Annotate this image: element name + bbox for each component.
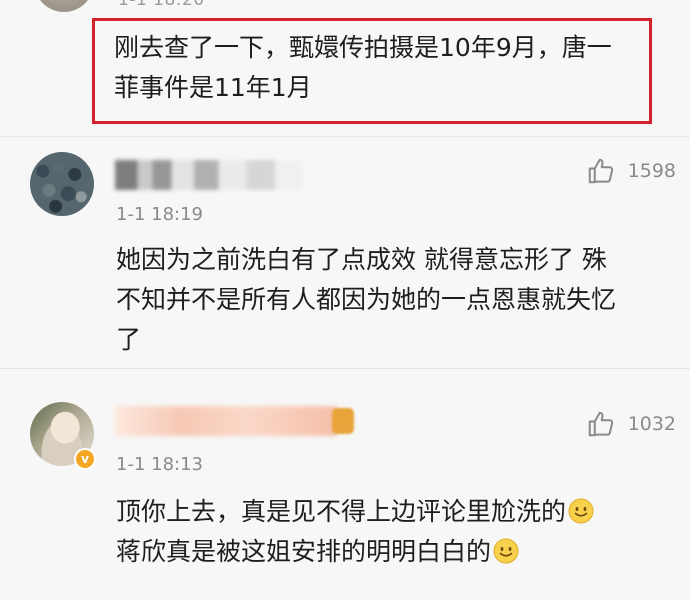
comment-top-line1: 刚去查了一下，甄嬛传拍摄是10年9月，唐一 — [114, 33, 612, 62]
comment-top-line2: 菲事件是11年1月 — [114, 73, 312, 102]
comment-line-text: 顶你上去，真是见不得上边评论里尬洗的 — [116, 497, 567, 526]
comment-line: 了 — [116, 325, 142, 354]
comment-line: 不知并不是所有人都因为她的一点恩惠就失忆 — [116, 285, 617, 314]
verified-badge-icon: v — [74, 448, 96, 470]
comment-line: 顶你上去，真是见不得上边评论里尬洗的 — [116, 492, 656, 532]
comment-time: 1-1 18:13 — [116, 454, 203, 475]
comment-text: 她因为之前洗白有了点成效 就得意忘形了 殊 不知并不是所有人都因为她的一点恩惠就… — [116, 240, 656, 360]
member-badge-icon — [332, 408, 354, 434]
comment-line-text: 蒋欣真是被这姐安排的明明白白的 — [116, 537, 492, 566]
comment-line: 蒋欣真是被这姐安排的明明白白的 — [116, 532, 656, 572]
like-button[interactable]: 1598 — [586, 156, 676, 186]
avatar-top-cut[interactable] — [34, 0, 94, 12]
like-count: 1598 — [627, 160, 676, 182]
thumbs-up-icon — [588, 158, 613, 184]
username-blurred[interactable] — [115, 406, 337, 436]
thumbs-up-icon — [588, 411, 613, 437]
smiley-emoji — [493, 538, 519, 564]
comment-top-text: 刚去查了一下，甄嬛传拍摄是10年9月，唐一 菲事件是11年1月 — [114, 28, 644, 108]
divider — [0, 368, 690, 369]
comment-time: 1-1 18:19 — [116, 204, 203, 225]
username-blurred[interactable] — [115, 160, 303, 190]
like-count: 1032 — [627, 413, 676, 435]
comment-text: 顶你上去，真是见不得上边评论里尬洗的 蒋欣真是被这姐安排的明明白白的 — [116, 492, 656, 572]
divider — [0, 136, 690, 137]
avatar[interactable] — [30, 152, 94, 216]
comment-line: 她因为之前洗白有了点成效 就得意忘形了 殊 — [116, 245, 607, 274]
like-button[interactable]: 1032 — [586, 409, 676, 439]
comment-top-time: 1-1 18:20 — [118, 0, 205, 10]
smiley-emoji — [568, 498, 594, 524]
